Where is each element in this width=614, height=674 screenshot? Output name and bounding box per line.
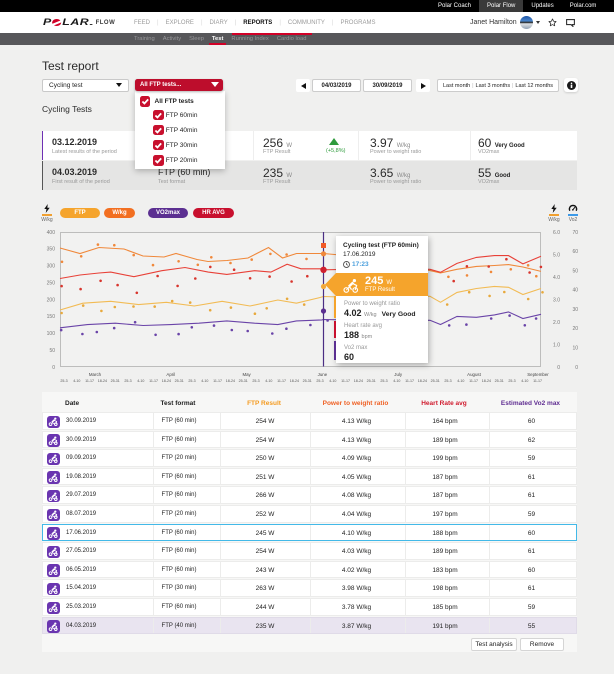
svg-text:350: 350 <box>47 247 56 253</box>
svg-text:25-3: 25-3 <box>252 379 259 383</box>
svg-text:40: 40 <box>572 288 578 294</box>
svg-text:4-10: 4-10 <box>73 379 80 383</box>
svg-text:100: 100 <box>47 331 56 337</box>
svg-text:4-10: 4-10 <box>137 379 144 383</box>
svg-text:4-10: 4-10 <box>521 379 528 383</box>
svg-text:0: 0 <box>52 365 55 371</box>
svg-text:25-31: 25-31 <box>303 379 312 383</box>
svg-text:11-17: 11-17 <box>85 379 94 383</box>
svg-text:11-17: 11-17 <box>405 379 414 383</box>
svg-text:11-17: 11-17 <box>277 379 286 383</box>
svg-text:25-31: 25-31 <box>495 379 504 383</box>
svg-text:4-10: 4-10 <box>201 379 208 383</box>
svg-text:50: 50 <box>572 268 578 274</box>
svg-text:150: 150 <box>47 314 56 320</box>
svg-text:September: September <box>527 372 549 377</box>
svg-text:50: 50 <box>49 348 55 354</box>
svg-text:25-31: 25-31 <box>239 379 248 383</box>
svg-text:20: 20 <box>572 326 578 332</box>
svg-text:4.0: 4.0 <box>553 275 560 281</box>
svg-text:25-31: 25-31 <box>111 379 120 383</box>
svg-text:25-3: 25-3 <box>60 379 67 383</box>
svg-text:August: August <box>467 372 481 377</box>
svg-text:4-10: 4-10 <box>265 379 272 383</box>
svg-text:18-24: 18-24 <box>482 379 491 383</box>
svg-text:25-3: 25-3 <box>444 379 451 383</box>
svg-text:18-24: 18-24 <box>290 379 299 383</box>
svg-text:18-24: 18-24 <box>354 379 363 383</box>
svg-text:4-10: 4-10 <box>457 379 464 383</box>
svg-text:0: 0 <box>557 365 560 371</box>
svg-text:2.0: 2.0 <box>553 320 560 326</box>
svg-text:200: 200 <box>47 297 56 303</box>
svg-text:18-24: 18-24 <box>98 379 107 383</box>
svg-text:25-3: 25-3 <box>188 379 195 383</box>
svg-text:25-3: 25-3 <box>508 379 515 383</box>
svg-text:May: May <box>242 372 251 377</box>
svg-text:June: June <box>318 372 328 377</box>
svg-text:11-17: 11-17 <box>149 379 158 383</box>
svg-text:18-24: 18-24 <box>418 379 427 383</box>
svg-text:March: March <box>89 372 102 377</box>
svg-text:25-3: 25-3 <box>316 379 323 383</box>
svg-text:300: 300 <box>47 264 56 270</box>
svg-text:25-3: 25-3 <box>124 379 131 383</box>
svg-text:3.0: 3.0 <box>553 297 560 303</box>
svg-text:11-17: 11-17 <box>469 379 478 383</box>
svg-text:July: July <box>394 372 403 377</box>
svg-text:70: 70 <box>572 230 578 236</box>
svg-text:18-24: 18-24 <box>162 379 171 383</box>
svg-text:60: 60 <box>572 249 578 255</box>
svg-text:25-31: 25-31 <box>367 379 376 383</box>
svg-text:4-10: 4-10 <box>393 379 400 383</box>
svg-text:25-3: 25-3 <box>380 379 387 383</box>
svg-text:April: April <box>166 372 175 377</box>
svg-text:400: 400 <box>47 230 56 236</box>
svg-text:18-24: 18-24 <box>226 379 235 383</box>
svg-text:30: 30 <box>572 307 578 313</box>
svg-text:10: 10 <box>572 346 578 352</box>
svg-text:6.0: 6.0 <box>553 230 560 236</box>
svg-text:11-17: 11-17 <box>341 379 350 383</box>
svg-text:5.0: 5.0 <box>553 252 560 258</box>
svg-text:25-31: 25-31 <box>431 379 440 383</box>
svg-text:4-10: 4-10 <box>329 379 336 383</box>
svg-text:1.0: 1.0 <box>553 342 560 348</box>
svg-text:11-17: 11-17 <box>533 379 542 383</box>
svg-text:11-17: 11-17 <box>213 379 222 383</box>
svg-text:250: 250 <box>47 280 56 286</box>
svg-text:25-31: 25-31 <box>175 379 184 383</box>
svg-text:0: 0 <box>575 365 578 371</box>
